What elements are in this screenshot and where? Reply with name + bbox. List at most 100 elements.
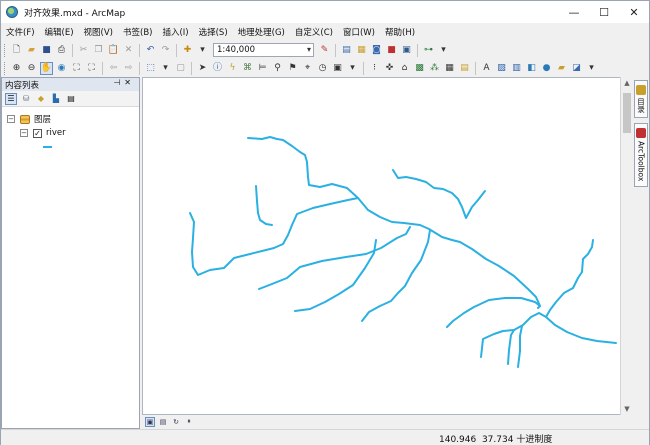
river-map[interactable] — [142, 77, 632, 415]
select-dropdown-icon[interactable]: ▾ — [159, 62, 172, 75]
table-icon[interactable]: ▦ — [443, 62, 456, 75]
scroll-down-icon[interactable]: ▼ — [621, 403, 633, 415]
open-folder-icon[interactable]: ▰ — [25, 44, 38, 57]
measure-icon[interactable]: ⊨ — [256, 62, 269, 75]
menu-view[interactable]: 视图(V) — [79, 26, 118, 38]
scroll-up-icon[interactable]: ▲ — [621, 77, 633, 89]
print-icon[interactable]: ⎙ — [55, 44, 68, 57]
list-by-source-icon[interactable]: ⛁ — [20, 93, 32, 105]
menu-edit[interactable]: 编辑(E) — [40, 26, 79, 38]
full-extent-icon[interactable]: ◉ — [55, 62, 68, 75]
coordinate-readout: 140.946 37.734 十进制度 — [439, 432, 552, 445]
redo-icon[interactable]: ↷ — [159, 44, 172, 57]
toolbar-grip[interactable] — [4, 61, 7, 75]
map-vertical-scrollbar[interactable]: ▲ ▼ — [620, 77, 632, 415]
arctoolbox-tab[interactable]: ArcToolbox — [634, 123, 648, 187]
python-window-icon[interactable]: ▣ — [400, 44, 413, 57]
topology-icon[interactable]: ✜ — [383, 62, 396, 75]
forward-extent-icon[interactable]: ⇨ — [122, 62, 135, 75]
grid-icon[interactable]: ▩ — [413, 62, 426, 75]
catalog-window-icon[interactable]: ▦ — [355, 44, 368, 57]
toolbar-overflow-icon[interactable]: ▾ — [585, 62, 598, 75]
select-features-icon[interactable]: ⬚ — [144, 62, 157, 75]
clear-selection-icon[interactable]: ▢ — [174, 62, 187, 75]
undo-icon[interactable]: ↶ — [144, 44, 157, 57]
data-view-icon[interactable]: ▣ — [145, 416, 155, 427]
separator — [191, 61, 192, 75]
html-popup-icon[interactable]: ⌘ — [241, 62, 254, 75]
zoom-in-icon[interactable]: ⊕ — [10, 62, 23, 75]
close-button[interactable]: ✕ — [619, 1, 649, 23]
toolbar-overflow-icon[interactable]: ▾ — [346, 62, 359, 75]
minimize-button[interactable]: — — [559, 1, 589, 23]
time-slider-icon[interactable]: ◷ — [316, 62, 329, 75]
add-data-icon[interactable]: ✚ — [181, 44, 194, 57]
pan-icon[interactable]: ✋ — [40, 61, 53, 75]
annotation-icon[interactable]: ▨ — [495, 62, 508, 75]
graph-icon[interactable]: ◧ — [525, 62, 538, 75]
identify-icon[interactable]: ⓘ — [211, 62, 224, 75]
search-window-icon[interactable]: ◙ — [370, 44, 383, 57]
collapse-icon[interactable]: − — [20, 129, 28, 137]
back-extent-icon[interactable]: ⇦ — [107, 62, 120, 75]
find-icon[interactable]: ⚲ — [271, 62, 284, 75]
list-by-drawing-order-icon[interactable]: ☰ — [5, 92, 17, 105]
menu-help[interactable]: 帮助(H) — [380, 26, 420, 38]
map-horizontal-scrollbar[interactable] — [203, 417, 623, 426]
menu-insert[interactable]: 插入(I) — [157, 26, 193, 38]
layout-icon[interactable]: ▥ — [510, 62, 523, 75]
refresh-icon[interactable]: ↻ — [171, 417, 181, 427]
copy-icon[interactable]: ❐ — [92, 44, 105, 57]
folder-icon[interactable]: ▰ — [555, 62, 568, 75]
delete-icon[interactable]: ✕ — [122, 44, 135, 57]
cut-icon[interactable]: ✂ — [77, 44, 90, 57]
globe-icon[interactable]: ● — [540, 62, 553, 75]
editor-toolbar-icon[interactable]: ✎ — [318, 44, 331, 57]
toc-options-icon[interactable]: ▤ — [65, 93, 77, 105]
map-scale-dropdown[interactable]: 1:40,000 ▾ — [213, 43, 314, 57]
toolbar-overflow-icon[interactable]: ▾ — [437, 44, 450, 57]
select-elements-icon[interactable]: ➤ — [196, 62, 209, 75]
list-by-selection-icon[interactable]: ▙ — [50, 93, 62, 105]
map-layer-icon[interactable]: ▤ — [458, 62, 471, 75]
layout-view-icon[interactable]: ▤ — [158, 417, 168, 427]
toc-root-row[interactable]: − 图层 — [7, 113, 51, 125]
layer-name: river — [46, 128, 66, 138]
go-to-xy-icon[interactable]: ⌖ — [301, 62, 314, 75]
fixed-zoom-in-icon[interactable]: ⛶ — [70, 62, 83, 75]
add-data-dropdown-icon[interactable]: ▾ — [196, 44, 209, 57]
collapse-icon[interactable]: − — [7, 115, 15, 123]
table-of-contents-icon[interactable]: ▤ — [340, 44, 353, 57]
zoom-out-icon[interactable]: ⊖ — [25, 62, 38, 75]
pause-drawing-icon[interactable]: ⏸ — [184, 417, 194, 427]
tool-icon[interactable]: ◪ — [570, 62, 583, 75]
menu-bookmarks[interactable]: 书签(B) — [118, 26, 157, 38]
find-route-icon[interactable]: ⚑ — [286, 62, 299, 75]
toc-toolbar: ☰ ⛁ ◆ ▙ ▤ — [2, 91, 139, 107]
save-icon[interactable]: ■ — [40, 44, 53, 57]
menu-customize[interactable]: 自定义(C) — [290, 26, 338, 38]
label-icon[interactable]: A — [480, 62, 493, 75]
toc-layer-row[interactable]: − ✓ river — [20, 128, 66, 138]
model-builder-icon[interactable]: ⊶ — [422, 44, 435, 57]
hyperlink-icon[interactable]: ϟ — [226, 62, 239, 75]
toolbar-grip[interactable] — [4, 43, 7, 57]
menu-file[interactable]: 文件(F) — [1, 26, 40, 38]
list-by-visibility-icon[interactable]: ◆ — [35, 93, 47, 105]
maximize-button[interactable]: ☐ — [589, 1, 619, 23]
georeferencing-icon[interactable]: ⌂ — [398, 62, 411, 75]
layer-visibility-checkbox[interactable]: ✓ — [33, 128, 42, 138]
paste-icon[interactable]: 📋 — [107, 44, 120, 57]
menu-selection[interactable]: 选择(S) — [194, 26, 233, 38]
create-viewer-window-icon[interactable]: ▣ — [331, 62, 344, 75]
new-document-icon[interactable]: 🗋 — [10, 44, 23, 57]
network-icon[interactable]: ⁂ — [428, 62, 441, 75]
menu-geoprocessing[interactable]: 地理处理(G) — [233, 26, 290, 38]
fixed-zoom-out-icon[interactable]: ⛶ — [85, 62, 98, 75]
menu-windows[interactable]: 窗口(W) — [338, 26, 380, 38]
scrollbar-thumb[interactable] — [623, 93, 631, 133]
catalog-tab[interactable]: 目录 — [634, 80, 648, 118]
snapping-icon[interactable]: ⁝ — [368, 62, 381, 75]
toc-pin-close-controls[interactable]: ⊣✕ — [113, 78, 135, 87]
arctoolbox-icon[interactable]: ■ — [385, 44, 398, 57]
